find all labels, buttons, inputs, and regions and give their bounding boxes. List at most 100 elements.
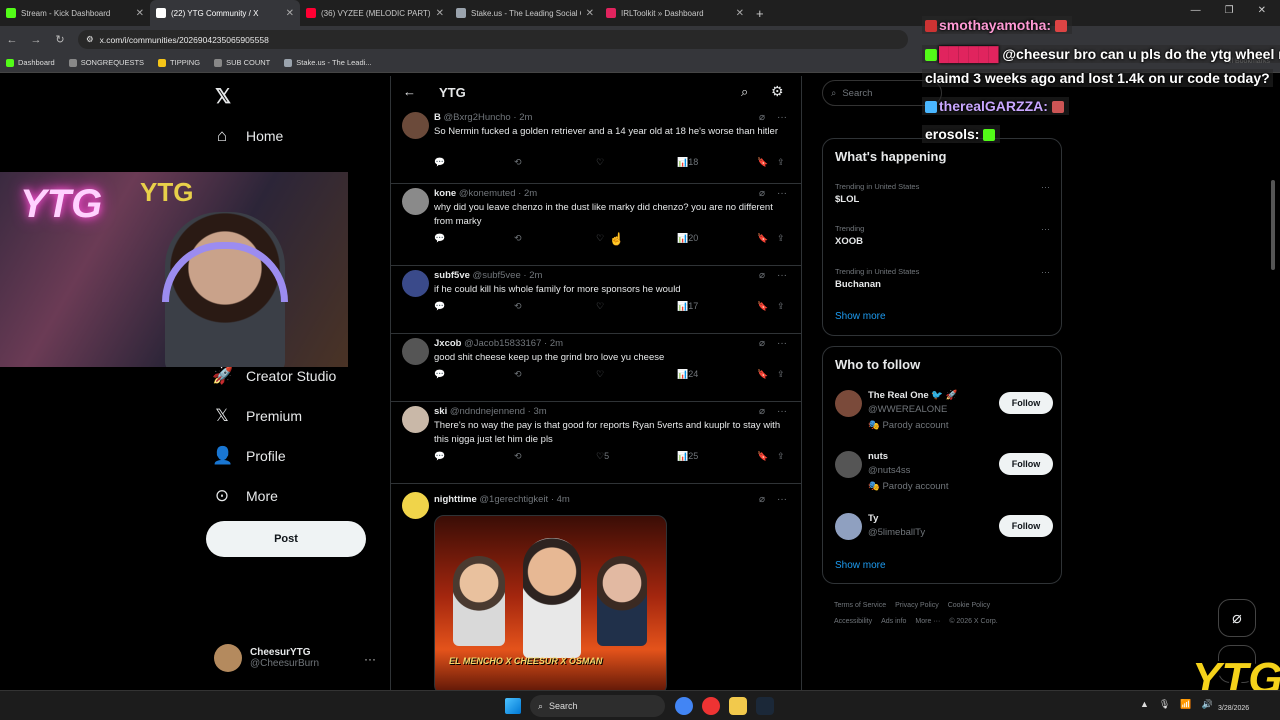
like-icon[interactable]: ♡ xyxy=(596,233,604,244)
share-icon[interactable]: ⇪ xyxy=(777,157,785,168)
bookmark-icon[interactable]: 🔖 xyxy=(757,451,768,462)
close-icon[interactable]: ✕ xyxy=(286,8,294,19)
close-icon[interactable]: ✕ xyxy=(736,8,744,19)
bookmark-icon[interactable]: 🔖 xyxy=(757,301,768,312)
reply-icon[interactable]: 💬 xyxy=(434,451,445,462)
share-icon[interactable]: ⇪ xyxy=(777,369,785,380)
post-time[interactable]: 3m xyxy=(533,406,546,417)
more-dots-icon[interactable]: ··· xyxy=(777,188,787,199)
views-icon[interactable]: 📊 24 xyxy=(677,369,698,380)
more-dots-icon[interactable]: ··· xyxy=(1041,224,1050,234)
follow-suggestion[interactable]: nuts @nuts4ss 🎭 Parody account Follow xyxy=(835,451,1055,497)
author-name[interactable]: nighttime xyxy=(434,494,477,505)
footer-link[interactable]: More ··· xyxy=(915,618,940,625)
share-icon[interactable]: ⇪ xyxy=(777,451,785,462)
close-icon[interactable]: ✕ xyxy=(136,8,144,19)
tab-ytg-community[interactable]: (22) YTG Community / X ✕ xyxy=(150,0,300,26)
scrollbar[interactable] xyxy=(1271,180,1275,270)
more-dots-icon[interactable]: ··· xyxy=(1041,267,1050,277)
author-name[interactable]: ski xyxy=(434,406,447,417)
repost-icon[interactable]: ⟲ xyxy=(514,301,522,312)
like-icon[interactable]: ♡ 5 xyxy=(596,451,609,462)
like-icon[interactable]: ♡ xyxy=(596,369,604,380)
tab-kick[interactable]: Stream - Kick Dashboard ✕ xyxy=(0,0,150,26)
account-switcher[interactable]: CheesurYTG @CheesurBurn xyxy=(214,644,319,672)
reply-icon[interactable]: 💬 xyxy=(434,157,445,168)
repost-icon[interactable]: ⟲ xyxy=(514,157,522,168)
tab-stake[interactable]: Stake.us - The Leading Social C ✕ xyxy=(450,0,600,26)
nav-premium[interactable]: 𝕏 Premium xyxy=(212,406,302,426)
nav-home[interactable]: ⌂ Home xyxy=(212,126,284,146)
close-icon[interactable]: ✕ xyxy=(586,8,594,19)
post[interactable]: subf5ve @subf5vee · 2m ⌀ ··· if he could… xyxy=(391,266,801,334)
bookmark-stake[interactable]: Stake.us - The Leadi... xyxy=(284,58,372,67)
grok-icon[interactable]: ⌀ xyxy=(759,270,765,281)
share-icon[interactable]: ⇪ xyxy=(777,233,785,244)
taskbar-search[interactable]: ⌕ Search xyxy=(530,695,665,717)
trend-item[interactable]: Trending in United States $LOL ··· xyxy=(835,182,1050,205)
trend-item[interactable]: Trending XOOB ··· xyxy=(835,224,1050,247)
nav-creator-studio[interactable]: 🚀 Creator Studio xyxy=(212,366,336,386)
views-icon[interactable]: 📊 20 xyxy=(677,233,698,244)
gear-icon[interactable]: ⚙ xyxy=(771,83,784,100)
views-icon[interactable]: 📊 25 xyxy=(677,451,698,462)
more-dots-icon[interactable]: ··· xyxy=(777,406,787,417)
tab-irltoolkit[interactable]: IRLToolkit » Dashboard ✕ xyxy=(600,0,750,26)
grok-icon[interactable]: ⌀ xyxy=(759,406,765,417)
show-more-link[interactable]: Show more xyxy=(835,560,886,571)
bookmark-icon[interactable]: 🔖 xyxy=(757,369,768,380)
post-time[interactable]: 2m xyxy=(524,188,537,199)
bookmark-dashboard[interactable]: Dashboard xyxy=(6,58,55,67)
grok-icon[interactable]: ⌀ xyxy=(759,338,765,349)
chevron-up-icon[interactable]: ▲ xyxy=(1140,699,1149,710)
author-handle[interactable]: @subf5vee xyxy=(473,270,521,281)
author-handle[interactable]: @ndndnejennend xyxy=(450,406,525,417)
more-dots-icon[interactable]: ··· xyxy=(364,652,376,666)
follow-button[interactable]: Follow xyxy=(999,515,1053,537)
author-name[interactable]: Jxcob xyxy=(434,338,461,349)
bookmark-icon[interactable]: 🔖 xyxy=(757,233,768,244)
windows-start-icon[interactable] xyxy=(505,698,521,714)
footer-link[interactable]: Accessibility xyxy=(834,618,872,625)
new-tab-button[interactable]: + xyxy=(756,6,764,21)
author-handle[interactable]: @Jacob15833167 xyxy=(464,338,541,349)
grok-icon[interactable]: ⌀ xyxy=(759,494,765,505)
x-logo-icon[interactable]: 𝕏 xyxy=(215,84,231,109)
more-dots-icon[interactable]: ··· xyxy=(777,494,787,505)
app-icon[interactable] xyxy=(702,697,720,715)
back-arrow-icon[interactable]: ← xyxy=(403,84,416,99)
avatar[interactable] xyxy=(402,188,429,215)
close-icon[interactable]: ✕ xyxy=(436,8,444,19)
footer-link[interactable]: Cookie Policy xyxy=(948,602,990,609)
grok-button[interactable]: ⌀ xyxy=(1218,599,1256,637)
follow-button[interactable]: Follow xyxy=(999,453,1053,475)
post[interactable]: B @Bxrg2Huncho · 2m ⌀ ··· So Nermin fuck… xyxy=(391,108,801,184)
follow-suggestion[interactable]: Ty @5limeballTy Follow xyxy=(835,513,1055,559)
reply-icon[interactable]: 💬 xyxy=(434,369,445,380)
author-handle[interactable]: @konemuted xyxy=(459,188,516,199)
volume-icon[interactable]: 🔊 xyxy=(1202,699,1213,710)
reload-icon[interactable]: ↻ xyxy=(48,33,72,46)
wifi-icon[interactable]: 📶 xyxy=(1180,699,1191,710)
avatar[interactable] xyxy=(402,338,429,365)
like-icon[interactable]: ♡ xyxy=(596,157,604,168)
like-icon[interactable]: ♡ xyxy=(596,301,604,312)
search-icon[interactable]: ⌕ xyxy=(741,84,748,100)
post-time[interactable]: 2m xyxy=(550,338,563,349)
grok-icon[interactable]: ⌀ xyxy=(759,112,765,123)
follow-suggestion[interactable]: The Real One 🐦 🚀 @WWEREALONE 🎭 Parody acco… xyxy=(835,390,1055,436)
file-explorer-icon[interactable] xyxy=(729,697,747,715)
author-handle[interactable]: @Bxrg2Huncho xyxy=(444,112,511,123)
more-dots-icon[interactable]: ··· xyxy=(1041,182,1050,192)
reply-icon[interactable]: 💬 xyxy=(434,301,445,312)
post[interactable]: Jxcob @Jacob15833167 · 2m ⌀ ··· good shi… xyxy=(391,334,801,402)
post-image[interactable]: EL MENCHO X CHEESUR X OSMAN xyxy=(434,515,667,695)
bookmark-icon[interactable]: 🔖 xyxy=(757,157,768,168)
footer-link[interactable]: Privacy Policy xyxy=(895,602,939,609)
repost-icon[interactable]: ⟲ xyxy=(514,451,522,462)
avatar[interactable] xyxy=(402,112,429,139)
avatar[interactable] xyxy=(402,270,429,297)
grok-icon[interactable]: ⌀ xyxy=(759,188,765,199)
more-dots-icon[interactable]: ··· xyxy=(777,338,787,349)
repost-icon[interactable]: ⟲ xyxy=(514,233,522,244)
